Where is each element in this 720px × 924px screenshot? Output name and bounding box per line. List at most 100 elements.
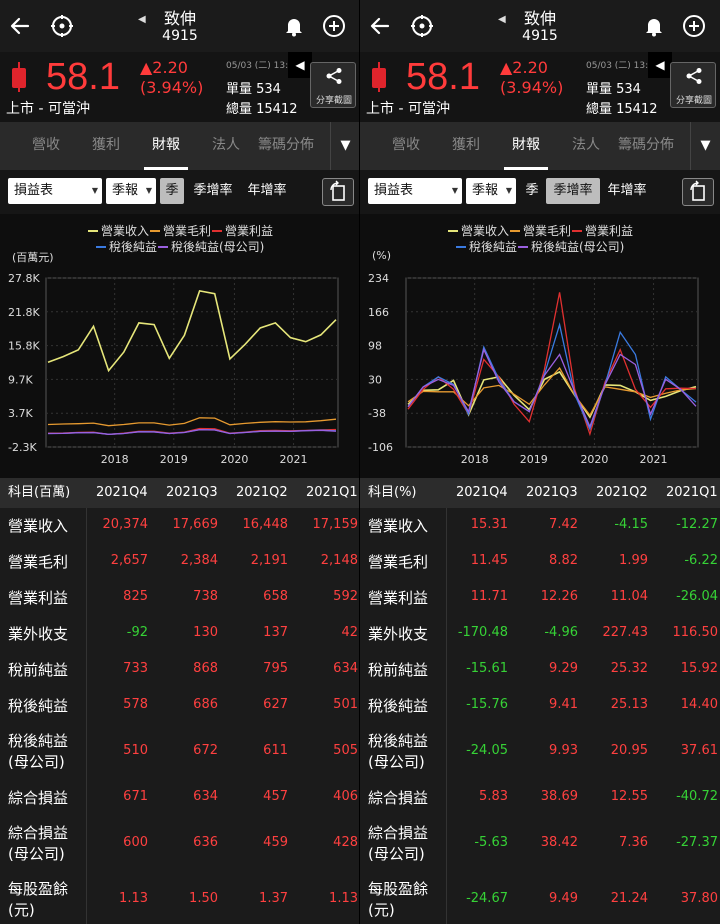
- tab-more-icon[interactable]: ▼: [690, 122, 720, 170]
- share-icon: [686, 68, 702, 84]
- collapse-arrow-icon[interactable]: ◀: [648, 52, 672, 78]
- seg-1[interactable]: 季增率: [186, 178, 240, 204]
- refresh-target-icon[interactable]: [406, 10, 438, 42]
- table-cell: 130: [193, 625, 218, 640]
- seg-2[interactable]: 年增率: [602, 178, 652, 204]
- table-cell: 578: [123, 697, 148, 712]
- row-label-line: 稅後純益: [8, 732, 69, 750]
- bell-icon[interactable]: [278, 10, 310, 42]
- table-cell: 116.50: [672, 625, 719, 640]
- tab-2[interactable]: 財報: [496, 122, 556, 170]
- y-tick-label: 21.8K: [8, 306, 40, 319]
- table-cell: 8.82: [549, 553, 578, 568]
- candle-icon: [372, 62, 386, 92]
- statement-select[interactable]: 損益表 ▼: [368, 178, 462, 204]
- table-cell: 501: [333, 697, 358, 712]
- financial-chart: 營業收入 營業毛利 營業利益 稅後純益 稅後純益(母公司) (%) 234 166 98 30 -3…: [360, 214, 720, 478]
- price-change: ▲2.20: [500, 58, 548, 77]
- table-cell: 5.83: [479, 789, 508, 804]
- table-row: 營業利益 11.71 12.26 11.04 -26.04: [360, 580, 720, 616]
- seg-0[interactable]: 季: [520, 178, 544, 204]
- column-header: 2021Q2: [596, 485, 648, 500]
- tab-4[interactable]: 籌碼分佈: [616, 122, 676, 170]
- share-screenshot-button[interactable]: 分享截圖: [310, 62, 356, 108]
- statement-select[interactable]: 損益表 ▼: [8, 178, 102, 204]
- single-volume: 單量 534: [226, 82, 281, 97]
- x-tick-label: 2019: [520, 453, 548, 466]
- quote-panel: 58.1 ▲2.20 (3.94%) 上市 - 可當沖 05/03 (二) 13…: [360, 52, 720, 122]
- y-tick-label: -38: [368, 407, 386, 420]
- share-screenshot-button[interactable]: 分享截圖: [670, 62, 716, 108]
- table-cell: 795: [263, 661, 288, 676]
- add-circle-icon[interactable]: [678, 10, 710, 42]
- back-arrow-icon[interactable]: [364, 10, 396, 42]
- table-row: 每股盈餘 (元) 1.13 1.50 1.37 1.13: [0, 872, 360, 924]
- table-cell: 672: [193, 743, 218, 758]
- seg-2[interactable]: 年增率: [242, 178, 292, 204]
- table-row: 營業收入 15.31 7.42 -4.15 -12.27: [360, 508, 720, 544]
- x-tick-label: 2020: [580, 453, 608, 466]
- table-cell: 825: [123, 589, 148, 604]
- table-row: 稅後純益 578 686 627 501: [0, 688, 360, 724]
- row-label: 每股盈餘 (元): [368, 879, 428, 921]
- tab-1[interactable]: 獲利: [76, 122, 136, 170]
- row-label-line: 業外收支: [368, 625, 429, 643]
- row-label: 營業毛利: [8, 552, 68, 573]
- table-cell: 2,191: [250, 553, 288, 568]
- quote-panel: 58.1 ▲2.20 (3.94%) 上市 - 可當沖 05/03 (二) 13…: [0, 52, 360, 122]
- table-cell: 17,159: [312, 517, 359, 532]
- row-label-line: 稅後純益: [368, 732, 429, 750]
- plot-frame: [405, 277, 699, 448]
- stock-price: 58.1: [46, 56, 120, 98]
- tab-3[interactable]: 法人: [556, 122, 616, 170]
- quote-date: 05/03 (二) 13:3: [586, 61, 648, 71]
- add-circle-icon[interactable]: [318, 10, 350, 42]
- table-cell: 406: [333, 789, 358, 804]
- y-tick-label: 30: [368, 373, 382, 386]
- prev-stock-icon[interactable]: ◀: [138, 14, 146, 25]
- period-select-value: 季報: [472, 183, 499, 198]
- table-row: 稅後純益 (母公司) 510 672 611 505: [0, 724, 360, 780]
- row-label-line: 每股盈餘: [8, 880, 69, 898]
- table-row: 綜合損益 5.83 38.69 12.55 -40.72: [360, 780, 720, 816]
- y-tick-label: 27.8K: [8, 272, 40, 285]
- column-header: 2021Q2: [236, 485, 288, 500]
- row-label-line: 營業毛利: [368, 553, 429, 571]
- rotate-screen-button[interactable]: [322, 178, 354, 206]
- left-pane: ◀ 致伸 4915 58.1 ▲2.20 (3.94%) 上市 - 可當沖 05…: [0, 0, 360, 924]
- financial-table: 科目(%) 2021Q4 2021Q3 2021Q2 2021Q1 營業收入 15.31 7.…: [360, 478, 720, 924]
- bell-icon[interactable]: [638, 10, 670, 42]
- tab-more-icon[interactable]: ▼: [330, 122, 360, 170]
- tab-3[interactable]: 法人: [196, 122, 256, 170]
- x-tick-label: 2021: [280, 453, 308, 466]
- price-change-percent: (3.94%): [500, 78, 564, 97]
- tab-0[interactable]: 營收: [376, 122, 436, 170]
- back-arrow-icon[interactable]: [4, 10, 36, 42]
- refresh-target-icon[interactable]: [46, 10, 78, 42]
- collapse-arrow-icon[interactable]: ◀: [288, 52, 312, 78]
- tab-1[interactable]: 獲利: [436, 122, 496, 170]
- period-select[interactable]: 季報 ▼: [466, 178, 516, 204]
- row-label-line: 稅前純益: [368, 661, 429, 679]
- period-select[interactable]: 季報 ▼: [106, 178, 156, 204]
- quote-date: 05/03 (二) 13:3: [226, 61, 288, 71]
- table-cell: -4.96: [544, 625, 578, 640]
- table-cell: 227.43: [602, 625, 649, 640]
- seg-1[interactable]: 季增率: [546, 178, 600, 204]
- table-row: 稅後純益 (母公司) -24.05 9.93 20.95 37.61: [360, 724, 720, 780]
- rotate-screen-button[interactable]: [682, 178, 714, 206]
- prev-stock-icon[interactable]: ◀: [498, 14, 506, 25]
- table-cell: -24.05: [466, 743, 508, 758]
- x-tick-label: 2019: [160, 453, 188, 466]
- seg-0[interactable]: 季: [160, 178, 184, 204]
- table-cell: 14.40: [680, 697, 718, 712]
- statement-controls: 損益表 ▼ 季報 ▼ 季季增率 年增率: [360, 170, 720, 214]
- tab-4[interactable]: 籌碼分佈: [256, 122, 316, 170]
- tab-0[interactable]: 營收: [16, 122, 76, 170]
- table-cell: 634: [333, 661, 358, 676]
- table-cell: 9.49: [549, 891, 578, 906]
- market-label: 上市 - 可當沖: [6, 101, 90, 117]
- tab-2[interactable]: 財報: [136, 122, 196, 170]
- share-label: 分享截圖: [675, 96, 712, 106]
- table-cell: 733: [123, 661, 148, 676]
